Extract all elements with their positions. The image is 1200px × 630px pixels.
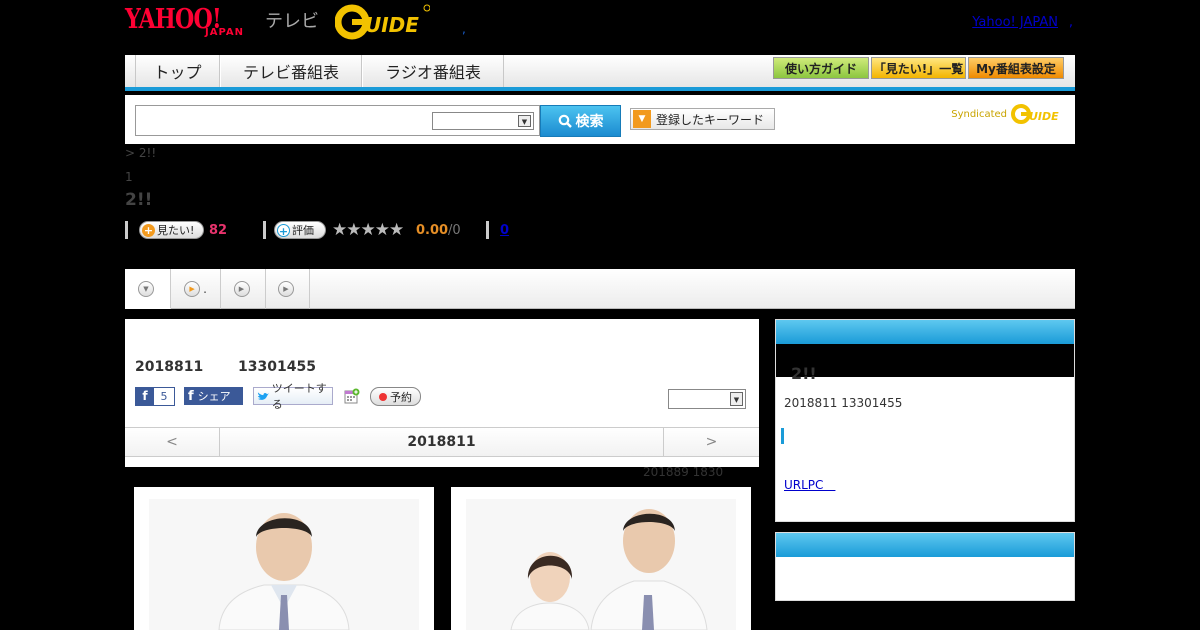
rating-row: + 見たい! 82 + 評価 ★★★★★ 0.00 /0 0: [125, 220, 625, 240]
share-row: f 5 f シェア ツイートする 予約: [135, 382, 755, 411]
search-button-label: 検索: [575, 114, 604, 130]
yahoo-japan-link[interactable]: Yahoo! JAPAN: [972, 15, 1058, 30]
nav-tab-tv-listings[interactable]: テレビ番組表: [220, 55, 362, 87]
calendar-add-icon[interactable]: [344, 388, 360, 404]
program-image-card[interactable]: [451, 487, 751, 630]
broadcast-info-panel: 2018811 13301455 f 5 f シェア ツイートする 予約 ▼ <…: [125, 319, 759, 467]
air-time: 13301455: [238, 359, 316, 375]
facebook-icon: f: [136, 388, 154, 405]
tweet-button[interactable]: ツイートする: [253, 382, 333, 411]
tweet-label: ツイートする: [271, 382, 327, 411]
breadcrumb[interactable]: > 2!!: [125, 146, 156, 160]
search-button[interactable]: 検索: [540, 105, 621, 137]
header-link-separator: ,: [1068, 15, 1073, 30]
facebook-icon: f: [188, 388, 194, 404]
nav-tab-radio-listings[interactable]: ラジオ番組表: [362, 55, 504, 87]
terebi-logo-text[interactable]: テレビ: [265, 7, 319, 33]
search-icon: [558, 114, 572, 128]
rate-label: 評価: [292, 224, 314, 237]
episode-number: 1: [125, 170, 133, 184]
play-icon: ▶: [278, 281, 294, 297]
air-date: 2018811: [135, 359, 204, 375]
content-tabs: ▼ ▶ . ▶ ▶: [125, 269, 1075, 309]
cast-photo: [466, 499, 736, 630]
plus-icon: +: [277, 223, 290, 238]
registered-keywords-button[interactable]: ▼ 登録したキーワード: [630, 108, 775, 130]
want-to-watch-button[interactable]: + 見たい!: [139, 221, 204, 239]
program-photo: [149, 499, 419, 630]
facebook-like-button[interactable]: f 5: [135, 387, 175, 406]
tab-label: .: [203, 282, 207, 296]
main-nav: トップ テレビ番組表 ラジオ番組表 使い方ガイド 「見たい!」一覧 My番組表設…: [125, 55, 1075, 91]
reserve-label: 予約: [390, 390, 412, 404]
sidebar-box-2: [775, 532, 1075, 601]
program-photo: [466, 499, 736, 630]
facebook-share-label: シェア: [197, 390, 231, 403]
registered-keywords-label: 登録したキーワード: [656, 112, 765, 127]
rate-button[interactable]: + 評価: [274, 221, 326, 239]
syndicated-badge: Syndicated UIDE: [951, 103, 1067, 125]
sidebar-url-link[interactable]: URLPC: [784, 476, 835, 493]
sidebar-banner: [776, 344, 1074, 377]
search-category-select[interactable]: ▼: [432, 112, 534, 130]
broadcast-select[interactable]: ▼: [668, 389, 746, 409]
syndicated-label: Syndicated: [951, 108, 1007, 120]
site-header: YAHOO! JAPAN テレビ UIDE , Yahoo! JAPAN ,: [125, 0, 1075, 50]
next-date-button[interactable]: >: [663, 428, 759, 456]
comments-count-link[interactable]: 0: [500, 223, 509, 238]
tab-details[interactable]: ▼: [125, 269, 171, 309]
actor-photo: [149, 499, 419, 630]
facebook-like-count: 5: [160, 390, 168, 403]
date-navigator: < 2018811 >: [125, 427, 759, 457]
reserve-recording-button[interactable]: 予約: [370, 387, 421, 406]
tab-2[interactable]: ▶ .: [171, 269, 221, 309]
play-icon: ▶: [233, 281, 250, 297]
chevron-down-icon: ▼: [138, 280, 154, 297]
chevron-down-icon: ▼: [730, 392, 743, 406]
usage-guide-button[interactable]: 使い方ガイド: [773, 57, 869, 79]
divider: [263, 221, 266, 239]
rating-count: /0: [448, 223, 461, 238]
rating-score: 0.00: [416, 223, 449, 238]
nav-tab-top[interactable]: トップ: [135, 55, 220, 87]
tab-3[interactable]: ▶: [221, 269, 266, 309]
twitter-bird-icon: [257, 391, 269, 400]
want-count: 82: [209, 223, 228, 238]
current-date: 2018811: [407, 434, 476, 450]
prev-date-button[interactable]: <: [125, 428, 220, 456]
sidebar-header: [776, 320, 1074, 344]
last-updated: 201889 1830: [643, 465, 724, 479]
play-icon: ▶: [184, 281, 201, 297]
program-title: 2!!: [125, 190, 153, 210]
divider: [486, 221, 489, 239]
facebook-share-button[interactable]: f シェア: [184, 387, 243, 405]
sidebar-header: [776, 533, 1074, 557]
my-listings-settings-button[interactable]: My番組表設定: [968, 57, 1064, 79]
sidebar-program-title: 2!!: [791, 364, 817, 383]
rating-stars: ★★★★★: [332, 220, 404, 240]
want-list-button[interactable]: 「見たい!」一覧: [871, 57, 966, 79]
svg-text:UIDE: UIDE: [365, 13, 419, 37]
sidebar-date-time: 2018811 13301455: [784, 396, 903, 410]
gguide-logo[interactable]: UIDE: [335, 3, 430, 41]
divider: [125, 221, 128, 239]
header-separator: ,: [462, 22, 466, 36]
page: YAHOO! JAPAN テレビ UIDE , Yahoo! JAPAN , ト…: [0, 0, 1200, 630]
sidebar-program-box: 2!! 2018811 13301455 URLPC: [775, 319, 1075, 522]
want-to-watch-label: 見たい!: [157, 224, 195, 237]
record-dot-icon: [379, 392, 387, 401]
search-bar: ▼ 検索 ▼ 登録したキーワード Syndicated UIDE: [125, 95, 1075, 144]
svg-text:UIDE: UIDE: [1029, 110, 1059, 123]
program-image-card[interactable]: [134, 487, 434, 630]
tab-4[interactable]: ▶: [266, 269, 310, 309]
plus-icon: +: [142, 223, 155, 237]
chevron-down-icon: ▼: [518, 115, 531, 127]
yahoo-japan-logo-text: JAPAN: [205, 27, 244, 38]
gguide-small-logo: UIDE: [1011, 104, 1059, 124]
sidebar-marker: [781, 428, 784, 444]
triangle-down-icon: ▼: [633, 110, 651, 128]
